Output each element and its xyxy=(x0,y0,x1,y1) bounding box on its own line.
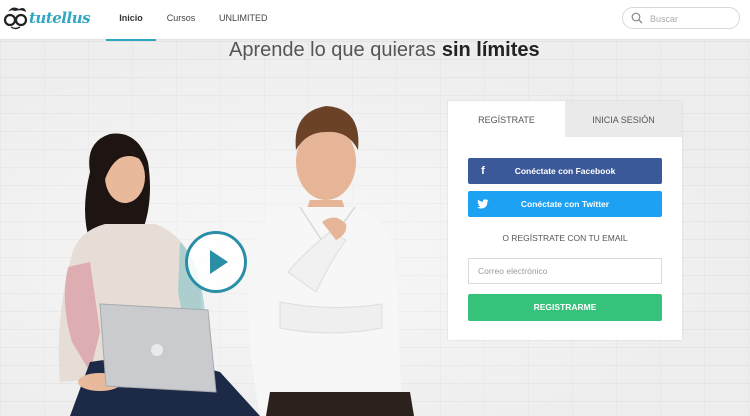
logo-glasses-icon xyxy=(3,7,28,30)
laptop-illustration xyxy=(99,303,217,393)
register-panel: REGÍSTRATE INICIA SESIÓN f Conéctate con… xyxy=(448,101,682,340)
tab-login[interactable]: INICIA SESIÓN xyxy=(565,101,682,137)
twitter-button-label: Conéctate con Twitter xyxy=(520,199,610,209)
email-divider-text: O REGÍSTRATE CON TU EMAIL xyxy=(502,233,628,243)
search-box xyxy=(622,7,740,29)
facebook-button-label: Conéctate con Facebook xyxy=(514,166,616,176)
tutellus-logo[interactable]: tutellus xyxy=(2,4,91,32)
facebook-icon: f xyxy=(481,165,485,177)
logo-wordmark: tutellus xyxy=(29,9,91,27)
auth-tabs: REGÍSTRATE INICIA SESIÓN xyxy=(448,101,682,137)
tab-register[interactable]: REGÍSTRATE xyxy=(448,101,565,137)
headline-text: Aprende lo que quieras xyxy=(229,41,436,61)
search-input[interactable] xyxy=(650,11,735,26)
main-nav: Inicio Cursos UNLIMITED xyxy=(106,0,274,41)
nav-item-unlimited[interactable]: UNLIMITED xyxy=(206,0,274,40)
nav-item-cursos[interactable]: Cursos xyxy=(156,0,206,40)
hero-section: Aprende lo que quieras sin límites REGÍS… xyxy=(0,41,750,416)
email-field[interactable] xyxy=(468,258,662,284)
video-play-button[interactable] xyxy=(185,231,247,293)
register-submit-button[interactable]: REGISTRARME xyxy=(468,294,662,321)
play-icon xyxy=(210,250,228,274)
facebook-connect-button[interactable]: f Conéctate con Facebook xyxy=(468,158,662,184)
twitter-connect-button[interactable]: Conéctate con Twitter xyxy=(468,191,662,217)
twitter-icon xyxy=(476,191,490,217)
man-figure xyxy=(248,106,414,416)
top-navigation-bar: tutellus Inicio Cursos UNLIMITED xyxy=(0,0,750,41)
nav-item-inicio[interactable]: Inicio xyxy=(106,0,156,41)
headline-emphasis: sin límites xyxy=(441,41,540,61)
search-icon[interactable] xyxy=(631,12,643,24)
